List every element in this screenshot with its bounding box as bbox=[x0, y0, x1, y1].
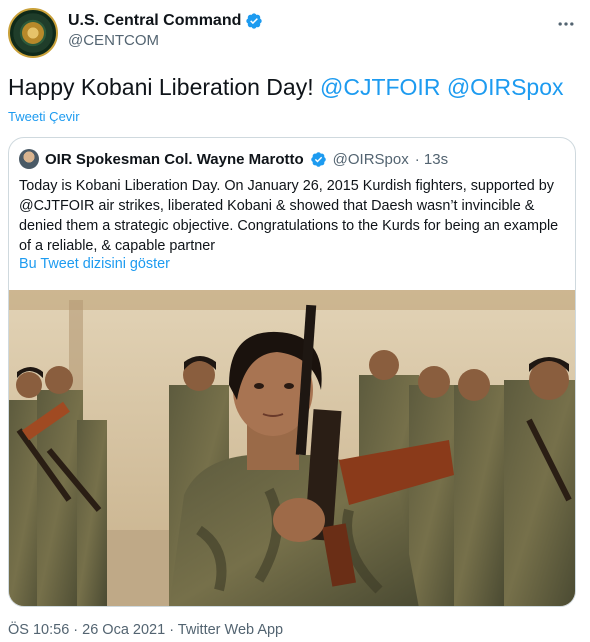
seal-emblem bbox=[22, 22, 44, 44]
verified-badge-icon bbox=[246, 13, 263, 29]
avatar[interactable] bbox=[8, 8, 58, 58]
verified-badge-icon bbox=[310, 151, 326, 167]
translate-tweet-link[interactable]: Tweeti Çevir bbox=[8, 109, 80, 124]
author-block: U.S. Central Command @CENTCOM bbox=[68, 12, 263, 49]
quoted-author-handle[interactable]: @OIRSpox bbox=[333, 151, 409, 168]
show-thread-link[interactable]: Bu Tweet dizisini göster bbox=[19, 256, 170, 272]
quoted-avatar[interactable] bbox=[19, 149, 39, 169]
quoted-tweet-header: OIR Spokesman Col. Wayne Marotto @OIRSpo… bbox=[19, 148, 448, 170]
tweet-timestamp[interactable]: ÖS 10:56 · 26 Oca 2021 · Twitter Web App bbox=[8, 622, 283, 638]
quoted-tweet-text: Today is Kobani Liberation Day. On Janua… bbox=[19, 178, 559, 254]
more-options-icon[interactable] bbox=[556, 14, 576, 34]
author-handle[interactable]: @CENTCOM bbox=[68, 32, 263, 49]
tweet-text: Happy Kobani Liberation Day! @CJTFOIR @O… bbox=[8, 72, 578, 102]
author-display-name[interactable]: U.S. Central Command bbox=[68, 12, 241, 30]
tweet-header: U.S. Central Command @CENTCOM bbox=[8, 8, 582, 58]
tweet-text-plain: Happy Kobani Liberation Day! bbox=[8, 74, 320, 100]
tweet-photo[interactable] bbox=[9, 290, 575, 607]
quoted-author-name[interactable]: OIR Spokesman Col. Wayne Marotto bbox=[45, 151, 304, 168]
author-display-name-row[interactable]: U.S. Central Command bbox=[68, 12, 263, 30]
quoted-time[interactable]: · 13s bbox=[415, 151, 448, 168]
mention-link[interactable]: @OIRSpox bbox=[447, 74, 564, 100]
quoted-tweet-card[interactable]: OIR Spokesman Col. Wayne Marotto @OIRSpo… bbox=[8, 137, 576, 607]
mention-link[interactable]: @CJTFOIR bbox=[320, 74, 440, 100]
